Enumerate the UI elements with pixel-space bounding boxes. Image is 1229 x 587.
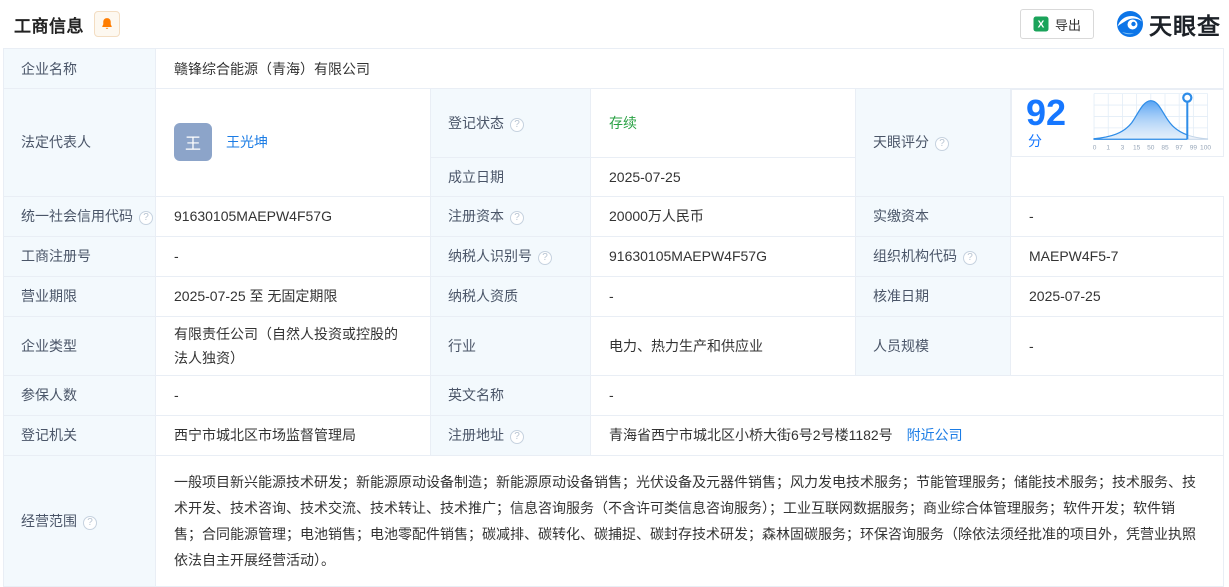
- svg-text:X: X: [1038, 20, 1045, 31]
- credit-code-label-cell: 统一社会信用代码: [3, 195, 156, 237]
- table-row: 企业类型 有限责任公司（自然人投资或控股的法人独资） 行业 电力、热力生产和供应…: [3, 315, 1225, 376]
- insured-count-label: 参保人数: [3, 374, 156, 416]
- score-label: 天眼评分: [873, 134, 929, 151]
- help-icon[interactable]: [83, 515, 97, 530]
- business-scope-label-cell: 经营范围: [3, 454, 156, 587]
- svg-text:85: 85: [1161, 144, 1169, 151]
- help-icon[interactable]: [510, 117, 524, 132]
- paid-capital-label: 实缴资本: [855, 195, 1011, 237]
- svg-text:99: 99: [1190, 144, 1198, 151]
- table-row: 工商注册号 - 纳税人识别号 91630105MAEPW4F57G 组织机构代码…: [3, 235, 1225, 277]
- score-value: 92: [1026, 92, 1067, 133]
- table-row: 登记机关 西宁市城北区市场监督管理局 注册地址 青海省西宁市城北区小桥大街6号2…: [3, 414, 1225, 456]
- credit-code-value: 91630105MAEPW4F57G: [155, 195, 431, 237]
- reg-number-label: 工商注册号: [3, 235, 156, 277]
- company-type-label: 企业类型: [3, 315, 156, 376]
- org-code-label: 组织机构代码: [873, 248, 957, 264]
- business-term-label: 营业期限: [3, 275, 156, 317]
- english-name-value: -: [589, 374, 1225, 416]
- brand-name: 天眼查: [1149, 13, 1221, 39]
- svg-text:0: 0: [1093, 144, 1097, 151]
- org-code-label-cell: 组织机构代码: [855, 235, 1011, 277]
- company-type-value: 有限责任公司（自然人投资或控股的法人独资）: [155, 315, 431, 376]
- tianyancha-eye-icon: [1117, 11, 1143, 37]
- score-cell: 92分 0 1 3 15 50 85 97 99 100: [1011, 89, 1224, 157]
- table-row: 经营范围 一般项目新兴能源技术研发；新能源原动设备制造；新能源原动设备销售；光伏…: [3, 454, 1225, 587]
- bell-icon: [102, 18, 112, 29]
- panel-header: 工商信息 X 导出 天眼查: [0, 0, 1229, 48]
- score-label-cell: 天眼评分: [855, 88, 1011, 197]
- table-row: 统一社会信用代码 91630105MAEPW4F57G 注册资本 20000万人…: [3, 195, 1225, 237]
- taxpayer-quality-label: 纳税人资质: [430, 275, 591, 317]
- table-row: 法定代表人 王 王光坤 登记状态 存续 天眼评分 92分: [3, 88, 1224, 197]
- reg-capital-value: 20000万人民币: [590, 195, 856, 237]
- reg-address-cell: 青海省西宁市城北区小桥大街6号2号楼1182号 附近公司: [589, 414, 1225, 456]
- svg-text:97: 97: [1175, 144, 1183, 151]
- reg-address-value: 青海省西宁市城北区小桥大街6号2号楼1182号: [609, 427, 893, 443]
- reg-authority-label: 登记机关: [3, 414, 156, 456]
- help-icon[interactable]: [935, 137, 949, 152]
- taxpayer-id-label-cell: 纳税人识别号: [430, 235, 591, 277]
- business-info-panel: 工商信息 X 导出 天眼查 企业名称 赣锋综合能源（青海）有限公司 法定代表人 …: [0, 0, 1229, 587]
- table-row: 参保人数 - 英文名称 -: [3, 374, 1225, 416]
- table-row: 营业期限 2025-07-25 至 无固定期限 纳税人资质 - 核准日期 202…: [3, 275, 1225, 317]
- excel-icon: X: [1033, 16, 1049, 32]
- legal-rep-cell: 王 王光坤: [155, 88, 431, 197]
- paid-capital-value: -: [1009, 195, 1225, 237]
- tianyancha-logo: 天眼查: [1116, 7, 1223, 41]
- help-icon[interactable]: [139, 211, 153, 225]
- svg-text:100: 100: [1200, 144, 1211, 151]
- legal-rep-link[interactable]: 王光坤: [226, 132, 268, 152]
- industry-value: 电力、热力生产和供应业: [590, 315, 856, 376]
- approval-date-label: 核准日期: [855, 275, 1011, 317]
- business-scope-value: 一般项目新兴能源技术研发；新能源原动设备制造；新能源原动设备销售；光伏设备及元器…: [174, 473, 1196, 568]
- taxpayer-id-value: 91630105MAEPW4F57G: [590, 235, 856, 277]
- reg-number-value: -: [155, 235, 431, 277]
- legal-rep-label: 法定代表人: [3, 88, 156, 197]
- business-term-value: 2025-07-25 至 无固定期限: [155, 275, 431, 317]
- business-scope-cell: 一般项目新兴能源技术研发；新能源原动设备制造；新能源原动设备销售；光伏设备及元器…: [154, 454, 1225, 587]
- export-button[interactable]: X 导出: [1019, 9, 1094, 39]
- credit-code-label: 统一社会信用代码: [21, 208, 133, 224]
- svg-text:15: 15: [1133, 144, 1141, 151]
- english-name-label: 英文名称: [430, 374, 591, 416]
- reg-status-label-cell: 登记状态: [430, 88, 591, 158]
- score-distribution-chart: 0 1 3 15 50 85 97 99 100: [1093, 92, 1211, 151]
- staff-size-value: -: [1009, 315, 1225, 376]
- help-icon[interactable]: [510, 430, 524, 444]
- help-icon[interactable]: [510, 211, 524, 225]
- reg-status-value: 存续: [590, 88, 856, 158]
- reg-capital-label-cell: 注册资本: [430, 195, 591, 237]
- industry-label: 行业: [430, 315, 591, 376]
- table-row: 企业名称 赣锋综合能源（青海）有限公司: [3, 48, 1225, 89]
- reg-address-label-cell: 注册地址: [430, 414, 591, 456]
- reg-capital-label: 注册资本: [448, 208, 504, 224]
- svg-text:3: 3: [1121, 144, 1125, 151]
- svg-text:1: 1: [1106, 144, 1110, 151]
- legal-rep-avatar[interactable]: 王: [174, 123, 212, 162]
- monitor-bell-button[interactable]: [94, 11, 120, 37]
- establish-date-label: 成立日期: [430, 156, 591, 197]
- reg-authority-value: 西宁市城北区市场监督管理局: [155, 414, 431, 456]
- taxpayer-quality-value: -: [590, 275, 856, 317]
- staff-size-label: 人员规模: [855, 315, 1011, 376]
- help-icon[interactable]: [538, 251, 552, 265]
- org-code-value: MAEPW4F5-7: [1009, 235, 1225, 277]
- reg-status-label: 登记状态: [448, 114, 504, 131]
- company-name-value: 赣锋综合能源（青海）有限公司: [154, 48, 1225, 89]
- establish-date-value: 2025-07-25: [590, 156, 856, 197]
- insured-count-value: -: [155, 374, 431, 416]
- page-title: 工商信息: [14, 16, 84, 36]
- help-icon[interactable]: [963, 251, 977, 265]
- nearby-companies-link[interactable]: 附近公司: [907, 427, 963, 443]
- business-info-table: 企业名称 赣锋综合能源（青海）有限公司 法定代表人 王 王光坤 登记状态 存续 …: [3, 48, 1225, 587]
- svg-text:50: 50: [1147, 144, 1155, 151]
- score-unit: 分: [1028, 133, 1042, 149]
- company-name-label: 企业名称: [3, 48, 156, 89]
- reg-address-label: 注册地址: [448, 427, 504, 443]
- export-label: 导出: [1054, 17, 1081, 33]
- taxpayer-id-label: 纳税人识别号: [448, 248, 532, 264]
- approval-date-value: 2025-07-25: [1009, 275, 1225, 317]
- business-scope-label: 经营范围: [21, 512, 77, 529]
